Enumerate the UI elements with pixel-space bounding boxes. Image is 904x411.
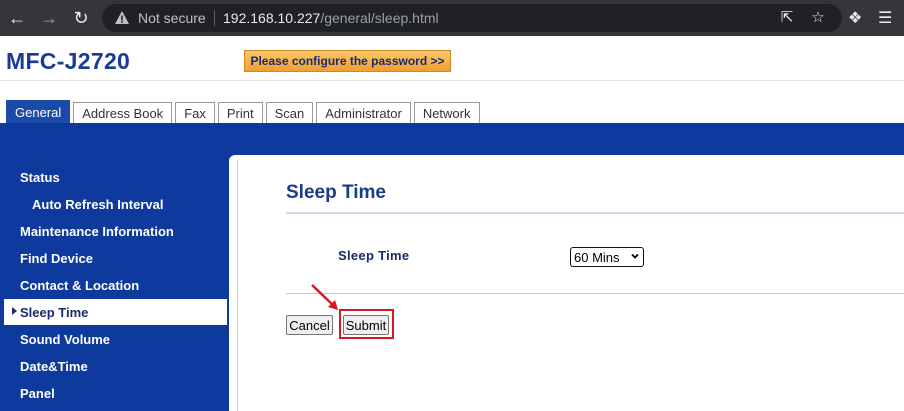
sidebar-item-sound-volume[interactable]: Sound Volume	[0, 326, 227, 352]
omnibox-divider	[214, 10, 215, 26]
sidebar-item-maintenance-information[interactable]: Maintenance Information	[0, 218, 227, 244]
header-divider	[0, 80, 904, 81]
sidebar-item-date-time[interactable]: Date&Time	[0, 353, 227, 379]
url-host: 192.168.10.227	[223, 10, 321, 26]
sleep-time-label: Sleep Time	[338, 248, 410, 263]
cancel-button[interactable]: Cancel	[286, 315, 333, 335]
title-divider	[286, 212, 904, 214]
red-arrow-annotation-icon	[311, 284, 338, 310]
chevron-down-icon	[631, 253, 639, 259]
caret-right-icon	[12, 307, 17, 315]
page-title: Sleep Time	[286, 182, 386, 203]
warning-icon[interactable]	[114, 10, 130, 26]
address-bar[interactable]: Not secure 192.168.10.227/general/sleep.…	[102, 4, 842, 32]
tab-bar: General Address Book Fax Print Scan Admi…	[6, 100, 483, 124]
sidebar-item-panel[interactable]: Panel	[0, 380, 227, 406]
bookmark-star-icon[interactable]: ☆	[809, 9, 827, 27]
tab-underline-band	[0, 123, 904, 153]
content-left-border	[237, 160, 238, 411]
form-divider	[286, 293, 904, 294]
sleep-time-value: 60 Mins	[574, 249, 620, 265]
model-title: MFC-J2720	[6, 48, 131, 74]
sidebar-item-auto-refresh-interval[interactable]: Auto Refresh Interval	[0, 191, 227, 217]
tab-fax[interactable]: Fax	[175, 102, 215, 124]
browser-toolbar: ← → ↻ Not secure 192.168.10.227/general/…	[0, 0, 904, 36]
reload-icon[interactable]: ↻	[70, 7, 92, 29]
configure-password-button[interactable]: Please configure the password >>	[244, 50, 451, 72]
sidebar-item-label: Sleep Time	[20, 304, 89, 320]
tab-network[interactable]: Network	[413, 102, 480, 124]
tab-administrator[interactable]: Administrator	[316, 102, 411, 124]
sidebar-item-sleep-time[interactable]: Sleep Time	[4, 299, 227, 325]
extensions-puzzle-icon[interactable]: ❖	[848, 8, 862, 28]
sidebar-item-status[interactable]: Status	[0, 164, 227, 190]
url-text[interactable]: 192.168.10.227/general/sleep.html	[223, 10, 439, 26]
share-icon[interactable]: ⇱	[778, 9, 796, 27]
sidebar-item-contact-location[interactable]: Contact & Location	[0, 272, 227, 298]
tab-general[interactable]: General	[6, 100, 71, 124]
not-secure-label[interactable]: Not secure	[138, 10, 206, 26]
forward-arrow-icon[interactable]: →	[38, 7, 60, 29]
media-control-icon[interactable]: ☰	[878, 8, 892, 28]
tab-print[interactable]: Print	[217, 102, 263, 124]
url-path: /general/sleep.html	[320, 10, 439, 26]
back-arrow-icon[interactable]: ←	[6, 7, 28, 29]
tab-address-book[interactable]: Address Book	[73, 102, 173, 124]
tab-scan[interactable]: Scan	[265, 102, 314, 124]
sleep-time-select[interactable]: 60 Mins	[570, 247, 644, 267]
sidebar-item-find-device[interactable]: Find Device	[0, 245, 227, 271]
submit-highlight-box	[339, 309, 394, 339]
